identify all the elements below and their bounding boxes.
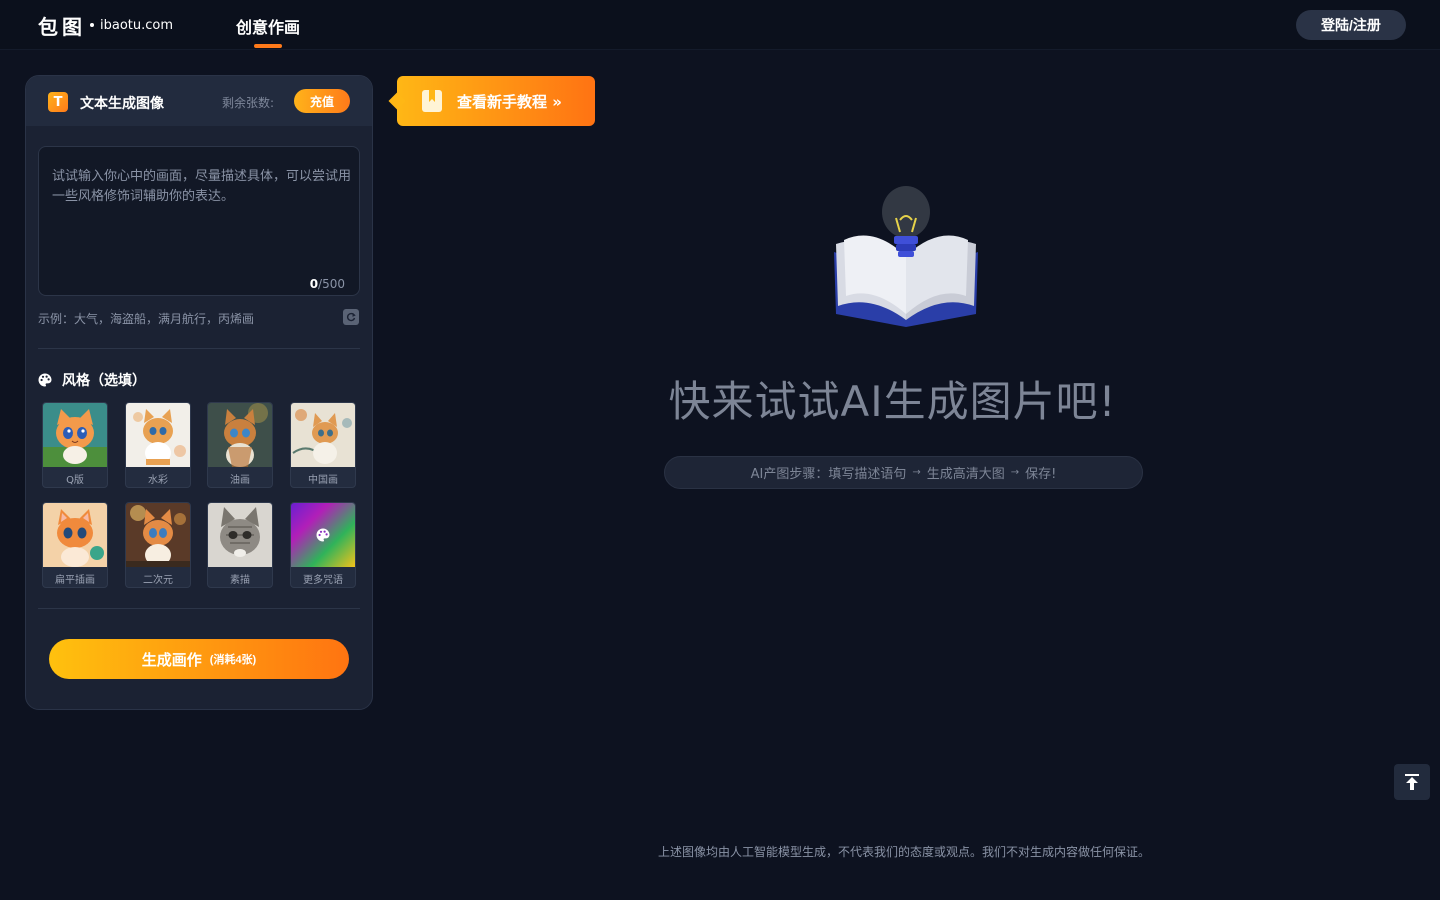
style-label: Q版 (66, 475, 84, 486)
hero-title: 快来试试AI生成图片吧! (668, 377, 1117, 426)
step-one: AI产图步骤：填写描述语句 (750, 467, 907, 482)
style-option-chinese-painting[interactable]: 中国画 (290, 402, 356, 488)
ai-disclaimer: 上述图像均由人工智能模型生成，不代表我们的态度或观点。我们不对生成内容做任何保证… (657, 845, 1150, 859)
style-label: 水彩 (148, 475, 168, 486)
style-title: 风格（选填） (62, 373, 146, 389)
book-bookmark-icon (422, 90, 442, 112)
watercolor-cat-thumbnail (126, 403, 190, 467)
palette-icon (316, 528, 330, 542)
flat-illustration-cat-thumbnail (43, 503, 107, 567)
style-option-flat-illustration[interactable]: 扁平插画 (42, 502, 108, 588)
prompt-input[interactable]: 试试输入你心中的画面，尽量描述具体，可以尝试用一些风格修饰词辅助你的表达。 0/… (38, 146, 360, 296)
style-label: 二次元 (143, 575, 173, 586)
style-option-q[interactable]: Q版 (42, 402, 108, 488)
refresh-example-icon[interactable] (343, 309, 359, 325)
style-grid: Q版 水彩 油画 中国画 扁平插画 二次元 素描 更多咒语 (42, 402, 358, 592)
book-lightbulb-icon (834, 186, 978, 327)
more-prompts-thumbnail (291, 503, 355, 567)
top-header: 包图 ibaotu.com 创意作画 登陆/注册 (0, 0, 1440, 50)
panel-title: 文本生成图像 (80, 96, 164, 112)
style-option-more-prompts[interactable]: 更多咒语 (290, 502, 356, 588)
arrow-up-icon (1405, 774, 1419, 790)
logo-dot (90, 23, 94, 27)
style-label: 油画 (230, 475, 250, 486)
palette-icon (38, 373, 52, 387)
char-count-max: /500 (318, 277, 345, 291)
style-option-oil[interactable]: 油画 (207, 402, 273, 488)
arrow-right-icon: → (912, 467, 921, 478)
remaining-count-label: 剩余张数: (222, 96, 275, 110)
section-divider (38, 348, 360, 349)
generate-label: 生成画作 (141, 651, 202, 669)
style-label: 更多咒语 (303, 575, 343, 586)
generation-steps: AI产图步骤：填写描述语句 → 生成高清大图 → 保存! (664, 456, 1143, 489)
back-to-top-button[interactable] (1394, 764, 1430, 800)
style-option-anime[interactable]: 二次元 (125, 502, 191, 588)
char-counter: 0/500 (310, 277, 345, 291)
style-label: 素描 (230, 575, 250, 586)
step-two: 生成高清大图 (926, 467, 1005, 482)
logo-mark: 包图 (38, 14, 86, 39)
anime-cat-thumbnail (126, 503, 190, 567)
logo-domain: ibaotu.com (100, 17, 174, 33)
login-register-button[interactable]: 登陆/注册 (1296, 10, 1406, 40)
style-label: 扁平插画 (55, 575, 95, 586)
step-three: 保存! (1025, 467, 1057, 482)
beginner-tutorial-button[interactable]: 查看新手教程 » (397, 76, 595, 126)
chinese-painting-cat-thumbnail (291, 403, 355, 467)
style-label: 中国画 (308, 475, 338, 486)
arrow-right-icon: → (1010, 467, 1020, 478)
generate-cost-label: (消耗4张) (209, 654, 257, 666)
nav-active-indicator (254, 44, 282, 48)
site-logo[interactable]: 包图 ibaotu.com (38, 12, 174, 39)
sketch-cat-thumbnail (208, 503, 272, 567)
text-to-image-panel: T 文本生成图像 剩余张数: 充值 试试输入你心中的画面，尽量描述具体，可以尝试… (25, 75, 373, 710)
oil-cat-thumbnail (208, 403, 272, 467)
style-section-header: 风格（选填） (38, 370, 146, 390)
tutorial-label: 查看新手教程 » (457, 92, 562, 111)
section-divider (38, 608, 360, 609)
style-option-sketch[interactable]: 素描 (207, 502, 273, 588)
generate-artwork-button[interactable]: 生成画作 (消耗4张) (49, 639, 349, 679)
char-count-current: 0 (309, 277, 319, 291)
style-option-watercolor[interactable]: 水彩 (125, 402, 191, 488)
recharge-button[interactable]: 充值 (294, 89, 350, 113)
nav-tab-creative-painting[interactable]: 创意作画 (236, 14, 300, 38)
example-prompt[interactable]: 示例：大气，海盗船，满月航行，丙烯画 (38, 310, 254, 327)
q-cat-thumbnail (43, 403, 107, 467)
panel-header: T 文本生成图像 剩余张数: 充值 (26, 76, 372, 126)
text-icon: T (48, 92, 68, 112)
prompt-placeholder: 试试输入你心中的画面，尽量描述具体，可以尝试用一些风格修饰词辅助你的表达。 (52, 169, 352, 204)
